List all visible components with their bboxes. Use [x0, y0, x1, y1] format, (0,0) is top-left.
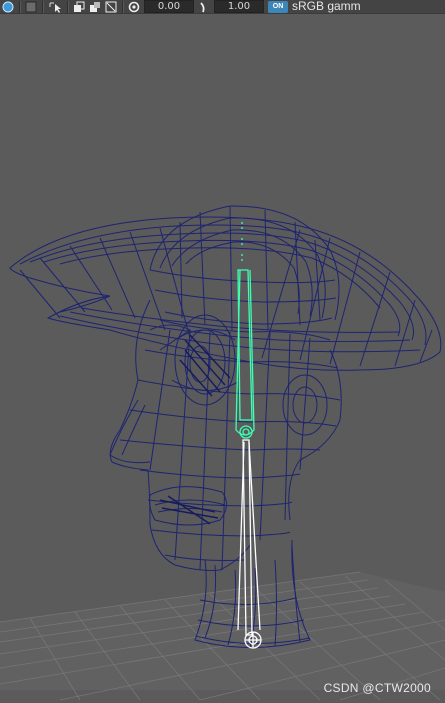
toolbar-divider: [122, 0, 123, 13]
grid-icon[interactable]: [25, 1, 37, 13]
viewport-toolbar: 0.00 1.00 ON sRGB gamm: [0, 0, 445, 14]
isolate-icon[interactable]: [73, 1, 85, 13]
toolbar-divider: [67, 0, 68, 13]
viewport-canvas: [0, 205, 445, 701]
gamma-field[interactable]: 1.00: [214, 0, 264, 13]
camera-icon[interactable]: [2, 1, 14, 13]
color-management-icon[interactable]: ON: [268, 0, 288, 13]
wireframe-icon[interactable]: [105, 1, 117, 13]
xray-icon[interactable]: [89, 1, 101, 13]
hat-wireframe: [9, 205, 442, 371]
aperture-icon[interactable]: [128, 1, 140, 13]
exposure-field[interactable]: 0.00: [144, 0, 194, 13]
select-arrow-icon[interactable]: [48, 1, 62, 13]
toolbar-divider: [19, 0, 20, 13]
toolbar-divider: [42, 0, 43, 13]
color-space-label[interactable]: sRGB gamm: [292, 0, 361, 13]
maya-viewport-window: 0.00 1.00 ON sRGB gamm CSDN @CTW2000: [0, 0, 445, 703]
gamma-icon[interactable]: [198, 1, 210, 13]
skeleton-joint-chain[interactable]: [235, 222, 255, 439]
3d-viewport[interactable]: [0, 15, 445, 703]
watermark-text: CSDN @CTW2000: [323, 681, 431, 695]
head-detail-mesh: [159, 334, 231, 525]
